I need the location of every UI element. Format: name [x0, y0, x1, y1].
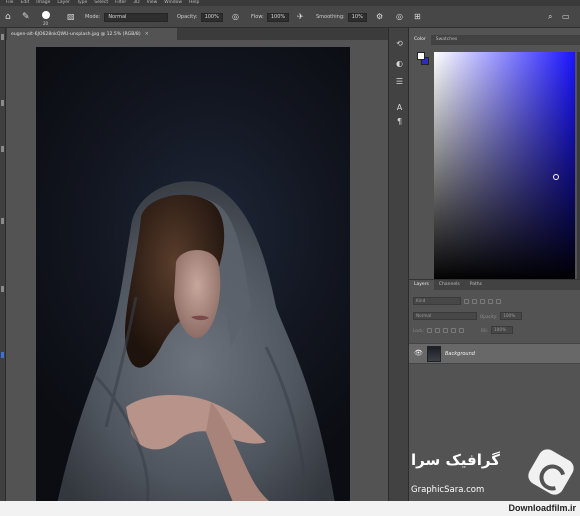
tool-icon[interactable]: [1, 100, 4, 106]
tool-icon[interactable]: [1, 218, 4, 224]
tool-icon[interactable]: [1, 146, 4, 152]
layer-row[interactable]: 👁 Background: [409, 343, 580, 364]
lock-transparency-icon[interactable]: [426, 327, 432, 333]
visibility-eye-icon[interactable]: 👁: [414, 349, 423, 358]
document-image: [36, 47, 350, 509]
portrait-image: [56, 181, 336, 509]
canvas-area[interactable]: [6, 40, 388, 516]
tab-layers[interactable]: Layers: [409, 280, 434, 290]
filter-adjustment-icon[interactable]: [472, 298, 477, 304]
layers-panel-tabs: Layers Channels Paths: [409, 280, 580, 290]
flow-field[interactable]: 100%: [266, 12, 290, 22]
filter-pixel-icon[interactable]: [464, 298, 469, 304]
flow-label: Flow:: [251, 14, 264, 20]
blend-mode-select[interactable]: Normal: [413, 312, 477, 320]
tab-channels[interactable]: Channels: [434, 280, 465, 290]
document-tab-bar: eugen-alt-6JO628nkQWU-unsplash.jpg @ 12.…: [6, 28, 388, 40]
footer-banner: Downloadfilm.ir: [0, 501, 580, 516]
smoothing-label: Smoothing:: [316, 14, 345, 20]
brush-settings-icon[interactable]: ▧: [67, 12, 75, 22]
graphicsara-logo: [525, 446, 577, 498]
watermark: گرافیک سرا GraphicSara.com: [405, 445, 580, 501]
filter-shape-icon[interactable]: [488, 298, 493, 304]
smoothing-options-icon[interactable]: ⚙: [376, 12, 383, 22]
mode-select[interactable]: Normal: [104, 12, 169, 22]
airbrush-icon[interactable]: ✈: [297, 12, 304, 22]
lock-label: Lock:: [413, 327, 424, 333]
watermark-site-text: GraphicSara.com: [411, 485, 485, 495]
opacity-field[interactable]: 100%: [200, 12, 223, 22]
character-icon[interactable]: A: [394, 102, 405, 113]
color-picker-field[interactable]: [434, 52, 575, 282]
layer-thumbnail: [427, 346, 441, 362]
opacity-label: Opacity:: [177, 14, 198, 20]
layer-opacity-label: Opacity:: [480, 313, 498, 319]
foreground-color-swatch[interactable]: [417, 52, 425, 60]
tab-color[interactable]: Color: [409, 35, 431, 45]
pressure-size-icon[interactable]: ◎: [396, 12, 403, 22]
watermark-persian-text: گرافیک سرا: [411, 451, 500, 469]
mode-label: Mode:: [85, 14, 101, 20]
color-panel-tabs: Color Swatches: [409, 35, 580, 45]
footer-site-text: Downloadfilm.ir: [508, 503, 577, 513]
lock-artboard-icon[interactable]: [450, 327, 456, 333]
collapsed-panels-dock: ⟲ ◐ ☰ A ¶: [388, 28, 409, 516]
fill-field[interactable]: 100%: [490, 326, 513, 334]
adjustments-icon[interactable]: ◐: [394, 58, 405, 69]
color-picker-handle[interactable]: [553, 174, 559, 180]
paragraph-icon[interactable]: ¶: [394, 116, 405, 127]
tab-swatches[interactable]: Swatches: [431, 35, 463, 45]
lock-all-icon[interactable]: [458, 327, 464, 333]
brush-tool-icon[interactable]: ✎: [22, 12, 30, 22]
layer-filter-select[interactable]: Kind: [413, 297, 461, 305]
panels-dock: Color Swatches Layers Channels Paths Kin…: [409, 28, 580, 516]
filter-type-icon[interactable]: [480, 298, 485, 304]
document-tab[interactable]: eugen-alt-6JO628nkQWU-unsplash.jpg @ 12.…: [7, 28, 177, 40]
options-bar: ⌂ ✎ 20 ▧ Mode: Normal Opacity: 100% ◎ Fl…: [0, 6, 580, 28]
fill-label: Fill:: [480, 327, 488, 333]
layer-name: Background: [445, 351, 475, 357]
workspace-icon[interactable]: ▭: [562, 12, 570, 22]
close-icon[interactable]: ×: [145, 31, 149, 37]
symmetry-icon[interactable]: ⊞: [414, 12, 421, 22]
lock-pixels-icon[interactable]: [434, 327, 440, 333]
filter-smart-icon[interactable]: [496, 298, 501, 304]
search-icon[interactable]: ⌕: [548, 12, 552, 22]
tool-icon[interactable]: [1, 352, 4, 358]
properties-icon[interactable]: ☰: [394, 76, 405, 87]
tab-paths[interactable]: Paths: [465, 280, 487, 290]
history-icon[interactable]: ⟲: [394, 38, 405, 49]
pressure-opacity-icon[interactable]: ◎: [232, 12, 239, 22]
brush-size-value: 20: [43, 20, 49, 26]
layer-opacity-field[interactable]: 100%: [500, 312, 523, 320]
document-tab-title: eugen-alt-6JO628nkQWU-unsplash.jpg @ 12.…: [11, 31, 141, 37]
home-icon[interactable]: ⌂: [5, 12, 11, 22]
lock-position-icon[interactable]: [442, 327, 448, 333]
tool-icon[interactable]: [1, 34, 4, 40]
smoothing-field[interactable]: 10%: [347, 12, 367, 22]
tool-icon[interactable]: [1, 286, 4, 292]
